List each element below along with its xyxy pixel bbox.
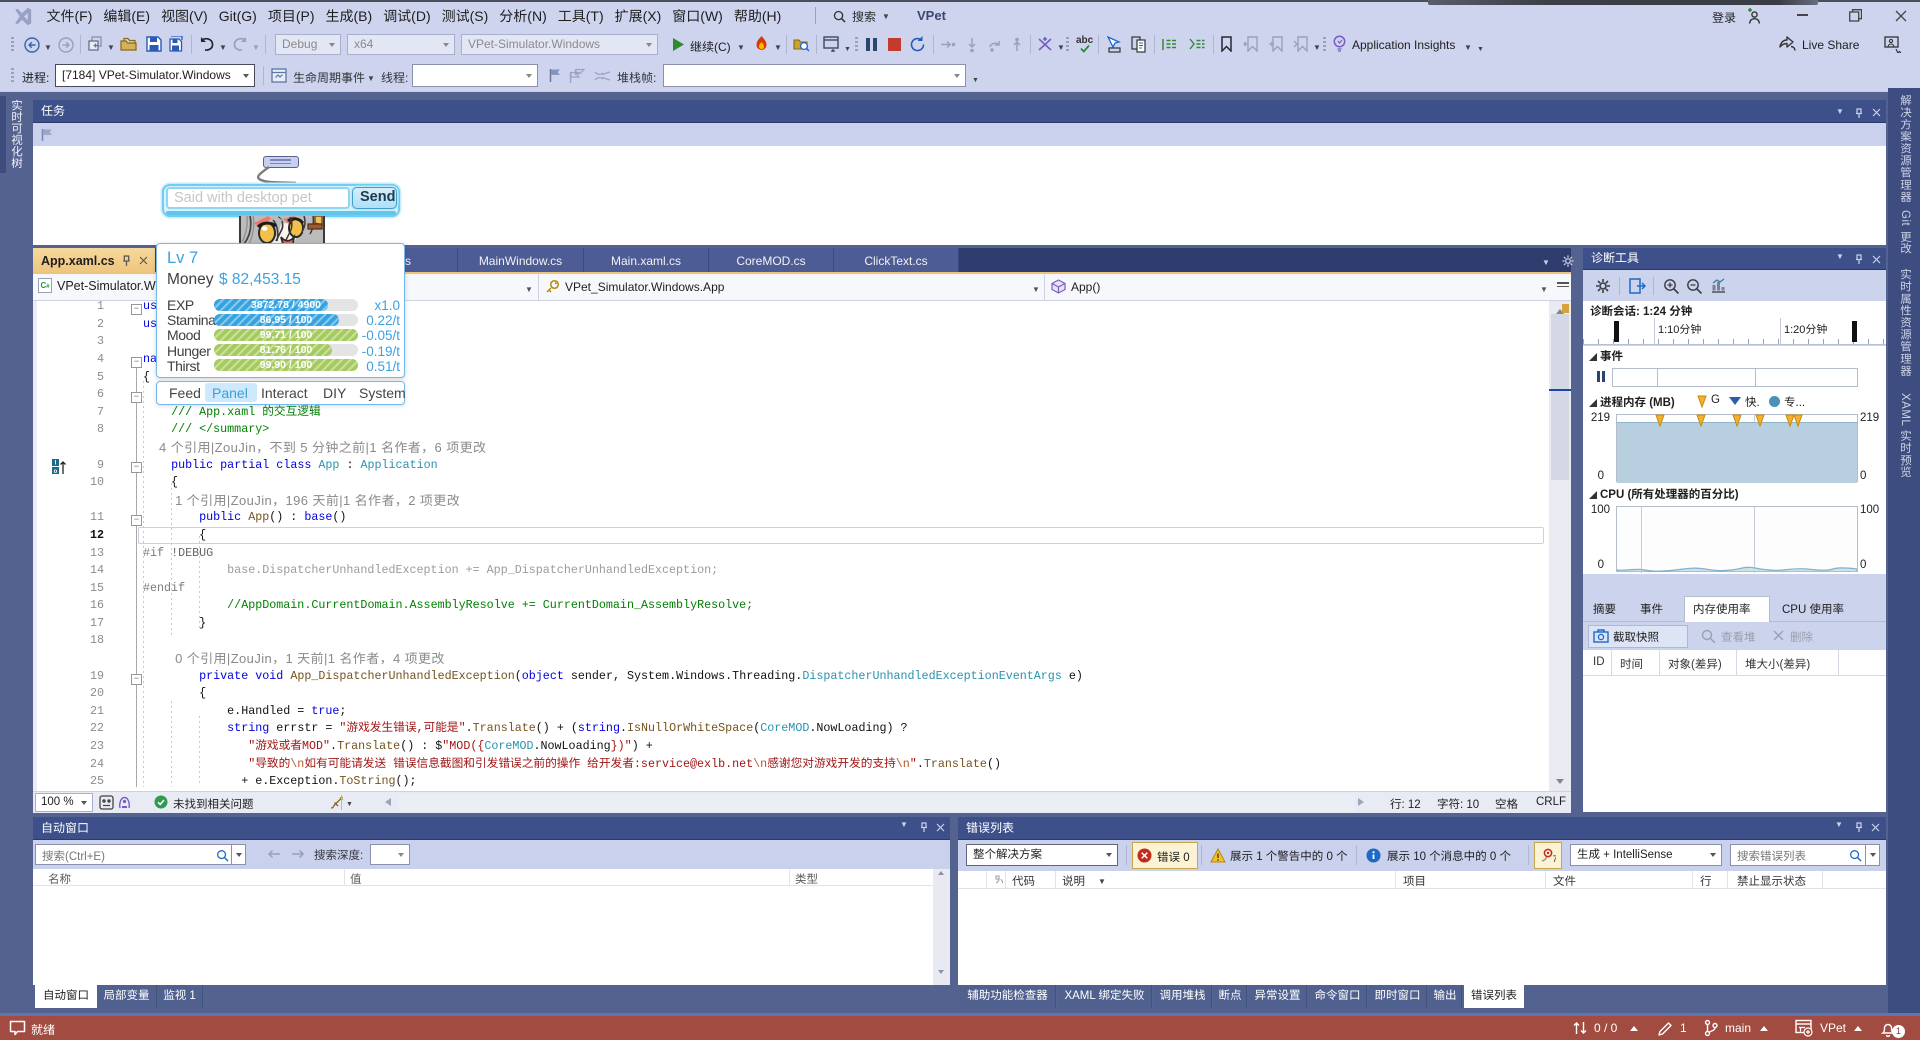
svg-text:7: 7 bbox=[1553, 854, 1557, 864]
svg-text:o: o bbox=[54, 469, 58, 475]
